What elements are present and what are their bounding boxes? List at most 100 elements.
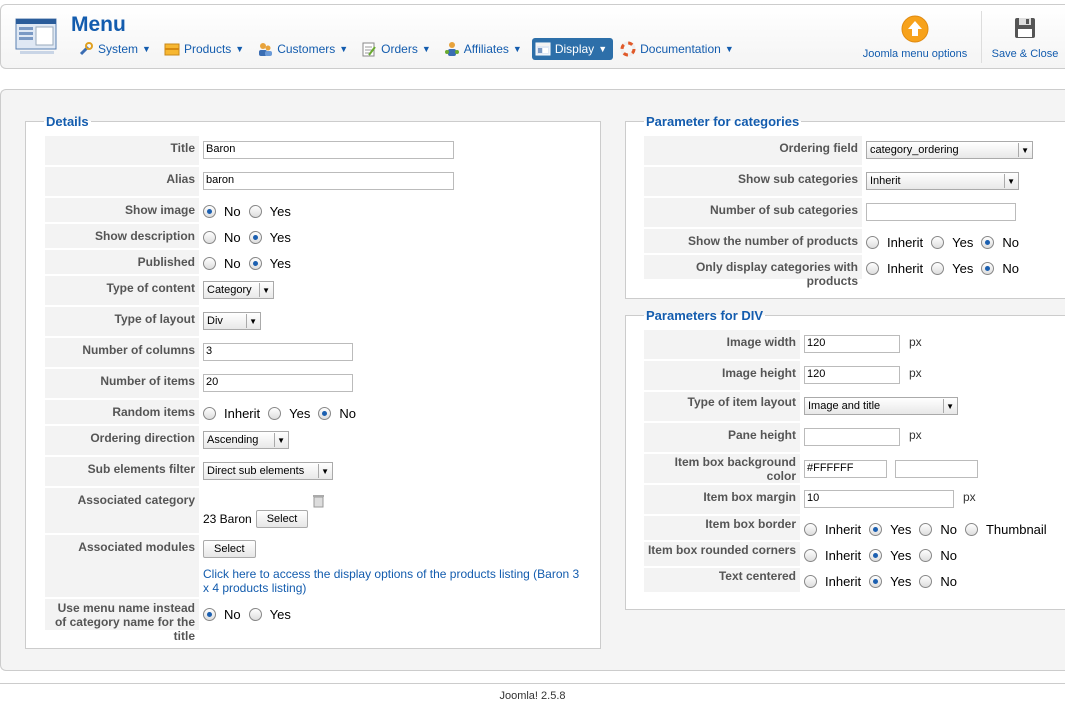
type-layout-select[interactable]: Div ▼: [203, 312, 261, 330]
radio-checked[interactable]: [869, 575, 883, 588]
radio-unchecked[interactable]: [203, 231, 216, 244]
show-num-products-no[interactable]: No: [981, 235, 1019, 250]
radio-unchecked[interactable]: [248, 608, 262, 621]
margin-input[interactable]: 10: [804, 490, 954, 508]
rounded-yes[interactable]: Yes: [869, 548, 911, 563]
save-close-button[interactable]: Save & Close: [987, 15, 1063, 60]
radio-unchecked[interactable]: [268, 407, 282, 420]
random-items-no[interactable]: No: [318, 406, 356, 421]
border-thumbnail[interactable]: Thumbnail: [964, 522, 1047, 537]
nav-orders-label: Orders: [381, 42, 418, 56]
show-num-products-yes[interactable]: Yes: [931, 235, 973, 250]
joomla-menu-options-button[interactable]: Joomla menu options: [859, 15, 971, 60]
centered-no[interactable]: No: [919, 574, 957, 589]
alias-input[interactable]: baron: [203, 172, 454, 190]
nav-documentation[interactable]: Documentation ▼: [617, 38, 740, 60]
random-items-inherit[interactable]: Inherit: [203, 406, 260, 421]
published-no[interactable]: No: [203, 256, 241, 271]
radio-unchecked[interactable]: [964, 523, 978, 536]
item-layout-select[interactable]: Image and title ▼: [804, 397, 958, 415]
select-category-button[interactable]: Select: [255, 510, 309, 528]
radio-label: No: [224, 204, 241, 219]
title-label: Title: [45, 136, 199, 166]
show-sub-select[interactable]: Inherit ▼: [866, 172, 1019, 190]
bg-color-swatch[interactable]: [895, 460, 978, 478]
show-num-products-inherit[interactable]: Inherit: [866, 235, 923, 250]
random-items-yes[interactable]: Yes: [268, 406, 310, 421]
border-yes[interactable]: Yes: [869, 522, 911, 537]
trash-icon[interactable]: [313, 494, 324, 511]
radio-unchecked[interactable]: [203, 407, 216, 420]
radio-unchecked[interactable]: [931, 236, 945, 249]
footer-version: Joomla! 2.5.8: [499, 690, 566, 702]
nav-display[interactable]: Display ▼: [531, 38, 614, 60]
image-width-input[interactable]: 120: [804, 335, 900, 353]
nav-documentation-label: Documentation: [640, 42, 721, 56]
radio-unchecked[interactable]: [804, 549, 817, 562]
radio-unchecked[interactable]: [248, 205, 262, 218]
radio-checked[interactable]: [248, 231, 262, 244]
radio-unchecked[interactable]: [919, 575, 933, 588]
only-display-inherit[interactable]: Inherit: [866, 261, 923, 276]
only-display-row: Only display categories with products In…: [644, 255, 1027, 288]
show-image-yes[interactable]: Yes: [248, 204, 291, 219]
show-num-products-label: Show the number of products: [644, 229, 862, 254]
use-menu-name-no[interactable]: No: [203, 607, 241, 622]
ordering-direction-select[interactable]: Ascending ▼: [203, 431, 289, 449]
radio-unchecked[interactable]: [919, 523, 933, 536]
only-display-yes[interactable]: Yes: [931, 261, 973, 276]
nav-orders[interactable]: Orders ▼: [358, 38, 437, 60]
show-description-yes[interactable]: Yes: [248, 230, 291, 245]
num-columns-input[interactable]: 3: [203, 343, 353, 361]
radio-unchecked[interactable]: [804, 523, 817, 536]
radio-checked[interactable]: [248, 257, 262, 270]
show-description-no[interactable]: No: [203, 230, 241, 245]
radio-checked[interactable]: [203, 205, 216, 218]
show-image-no[interactable]: No: [203, 204, 241, 219]
radio-unchecked[interactable]: [804, 575, 817, 588]
image-height-input[interactable]: 120: [804, 366, 900, 384]
radio-unchecked[interactable]: [931, 262, 945, 275]
type-content-select[interactable]: Category ▼: [203, 281, 274, 299]
caret-down-icon: ▼: [598, 44, 608, 54]
pane-height-input[interactable]: [804, 428, 900, 446]
nav-products[interactable]: Products ▼: [161, 38, 250, 60]
select-modules-button[interactable]: Select: [203, 540, 256, 558]
sub-filter-select[interactable]: Direct sub elements ▼: [203, 462, 333, 480]
radio-checked[interactable]: [981, 236, 995, 249]
radio-checked[interactable]: [318, 407, 332, 420]
num-sub-input[interactable]: [866, 203, 1016, 221]
radio-unchecked[interactable]: [866, 262, 879, 275]
num-items-input[interactable]: 20: [203, 374, 353, 392]
radio-checked[interactable]: [981, 262, 995, 275]
centered-label: Text centered: [644, 568, 800, 593]
nav-customers[interactable]: Customers ▼: [254, 38, 354, 60]
image-height-row: Image height 120 px: [644, 361, 922, 391]
rounded-inherit[interactable]: Inherit: [804, 548, 861, 563]
footer: Joomla! 2.5.8: [0, 683, 1065, 702]
radio-unchecked[interactable]: [866, 236, 879, 249]
centered-inherit[interactable]: Inherit: [804, 574, 861, 589]
radio-checked[interactable]: [203, 608, 216, 621]
radio-checked[interactable]: [869, 523, 883, 536]
assoc-category-value: 23 Baron: [203, 512, 252, 526]
nav-display-label: Display: [554, 42, 595, 56]
display-options-link[interactable]: Click here to access the display options…: [203, 567, 583, 595]
nav-system[interactable]: System ▼: [75, 38, 157, 60]
rounded-no[interactable]: No: [919, 548, 957, 563]
ordering-field-select[interactable]: category_ordering ▼: [866, 141, 1033, 159]
border-no[interactable]: No: [919, 522, 957, 537]
radio-label: Yes: [952, 235, 974, 250]
centered-yes[interactable]: Yes: [869, 574, 911, 589]
published-yes[interactable]: Yes: [248, 256, 291, 271]
use-menu-name-yes[interactable]: Yes: [248, 607, 291, 622]
radio-checked[interactable]: [869, 549, 883, 562]
radio-unchecked[interactable]: [919, 549, 933, 562]
border-inherit[interactable]: Inherit: [804, 522, 861, 537]
bg-color-input[interactable]: #FFFFFF: [804, 460, 887, 478]
nav-affiliates-label: Affiliates: [463, 42, 509, 56]
radio-unchecked[interactable]: [203, 257, 216, 270]
only-display-no[interactable]: No: [981, 261, 1019, 276]
nav-affiliates[interactable]: Affiliates ▼: [441, 38, 528, 60]
title-input[interactable]: Baron: [203, 141, 454, 159]
